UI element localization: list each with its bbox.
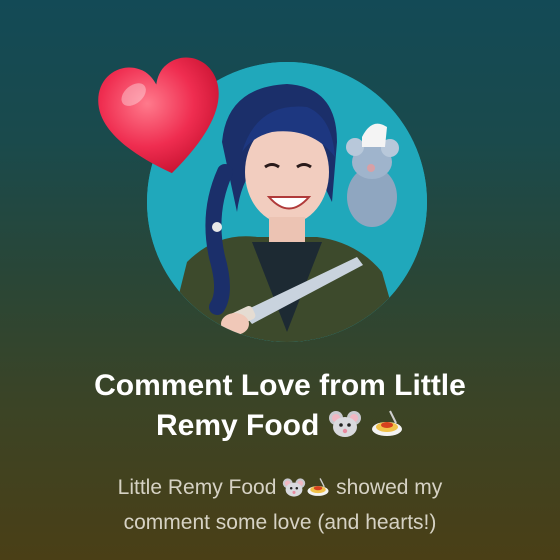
comment-love-card: Comment Love from Little Remy Food Littl… [0, 0, 560, 560]
title-line-2: Remy Food [40, 406, 520, 450]
title-line-1: Comment Love from Little [94, 369, 466, 402]
message-tail: showed my [336, 476, 443, 499]
message-line-1: Little Remy Food showed my [60, 472, 500, 507]
message-sender: Little Remy Food [117, 476, 277, 499]
spaghetti-icon [370, 409, 404, 450]
message-line-2: comment some love (and hearts!) [123, 511, 437, 534]
notification-title: Comment Love from Little Remy Food [40, 366, 520, 450]
spaghetti-icon [306, 476, 330, 507]
notification-message: Little Remy Food showed my comment some … [60, 472, 500, 538]
mouse-face-icon [282, 476, 306, 507]
title-name: Remy Food [155, 409, 320, 442]
mouse-face-icon [328, 409, 362, 450]
heart-icon [98, 57, 219, 174]
